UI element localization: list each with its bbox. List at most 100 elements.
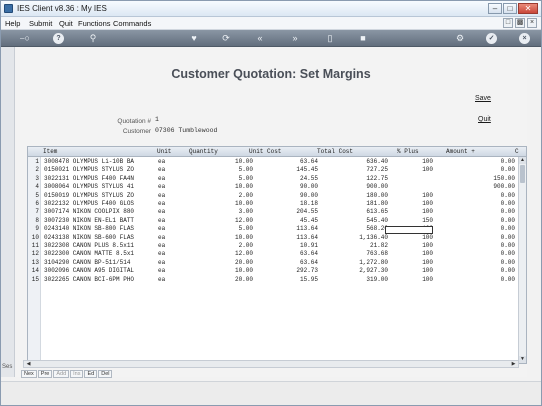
- cell-item[interactable]: 3008064 OLYMPUS STYLUS 41: [44, 183, 154, 191]
- cell-unit[interactable]: ea: [158, 217, 178, 225]
- cell-amount-plus[interactable]: 0.00: [448, 166, 515, 174]
- table-row[interactable]: 11 3022308 CANON PLUS 8.5x11 ea 2.00 10.91 21…: [28, 242, 518, 250]
- cell-amount-plus[interactable]: 150.00: [448, 175, 515, 183]
- cell-unit[interactable]: ea: [158, 276, 178, 284]
- cell-unit-cost[interactable]: 10.91: [263, 242, 318, 250]
- tile-small-icon[interactable]: ▩: [515, 18, 525, 28]
- cell-total-cost[interactable]: 1,272.80: [333, 259, 388, 267]
- minimize-icon[interactable]: –: [488, 3, 502, 14]
- cell-quantity[interactable]: 5.00: [198, 166, 253, 174]
- cell-total-cost[interactable]: 319.00: [333, 276, 388, 284]
- cell-unit-cost[interactable]: 113.64: [263, 225, 318, 233]
- cell-unit-cost[interactable]: 292.73: [263, 267, 318, 275]
- cell-quantity[interactable]: 10.00: [198, 200, 253, 208]
- help-icon[interactable]: ?: [53, 33, 64, 44]
- vertical-scrollbar[interactable]: ▲ ▼: [518, 157, 526, 363]
- cell-unit[interactable]: ea: [158, 183, 178, 191]
- tab-previous[interactable]: Pre: [37, 370, 53, 378]
- cell-total-cost[interactable]: 568.20: [333, 225, 388, 233]
- cell-amount-plus[interactable]: 0.00: [448, 242, 515, 250]
- menu-commands[interactable]: Commands: [113, 19, 151, 28]
- fast-forward-icon[interactable]: »: [288, 32, 302, 45]
- cell-quantity[interactable]: 20.00: [198, 276, 253, 284]
- cell-pct-plus[interactable]: 100: [398, 166, 433, 174]
- confirm-check-icon[interactable]: ✓: [486, 33, 497, 44]
- cell-total-cost[interactable]: 180.00: [333, 192, 388, 200]
- cell-item[interactable]: 3007174 NIKON COOLPIX 880: [44, 208, 154, 216]
- cell-amount-plus[interactable]: 0.00: [448, 250, 515, 258]
- cell-unit[interactable]: ea: [158, 225, 178, 233]
- cell-total-cost[interactable]: 900.00: [333, 183, 388, 191]
- cell-unit-cost[interactable]: 113.64: [263, 234, 318, 242]
- cell-pct-plus[interactable]: 100: [398, 208, 433, 216]
- scroll-left-icon[interactable]: ◀: [25, 361, 32, 367]
- cell-total-cost[interactable]: 763.68: [333, 250, 388, 258]
- cell-pct-plus[interactable]: 100: [398, 259, 433, 267]
- save-link[interactable]: Save: [475, 95, 491, 102]
- scroll-thumb[interactable]: [520, 165, 525, 183]
- cell-quantity[interactable]: 5.00: [198, 225, 253, 233]
- cell-unit[interactable]: ea: [158, 192, 178, 200]
- cell-pct-plus[interactable]: 100: [398, 158, 433, 166]
- table-row[interactable]: 1 3008478 OLYMPUS Li-10B BA ea 10.00 63.64 63…: [28, 158, 518, 166]
- cell-total-cost[interactable]: 122.75: [333, 175, 388, 183]
- cell-unit[interactable]: ea: [158, 175, 178, 183]
- maximize-icon[interactable]: □: [503, 3, 517, 14]
- table-row[interactable]: 12 3022300 CANON MATTE 8.5x1 ea 12.00 63.64 7…: [28, 250, 518, 258]
- cell-total-cost[interactable]: 21.82: [333, 242, 388, 250]
- cell-item[interactable]: 3022300 CANON MATTE 8.5x1: [44, 250, 154, 258]
- table-row[interactable]: 10 0243138 NIKON SB-600 FLAS ea 10.00 113.64…: [28, 234, 518, 242]
- cell-quantity[interactable]: 5.00: [198, 175, 253, 183]
- cell-amount-plus[interactable]: 0.00: [448, 208, 515, 216]
- cell-item[interactable]: 3022131 OLYMPUS F400 FA4N: [44, 175, 154, 183]
- cell-amount-plus[interactable]: 0.00: [448, 192, 515, 200]
- cell-item[interactable]: 0150021 OLYMPUS STYLUS ZO: [44, 166, 154, 174]
- cell-item[interactable]: 3007230 NIKON EN-EL1 BATT: [44, 217, 154, 225]
- cancel-x-icon[interactable]: ×: [519, 33, 530, 44]
- table-row[interactable]: 3 3022131 OLYMPUS F400 FA4N ea 5.00 24.55 122…: [28, 175, 518, 183]
- table-row[interactable]: 7 3007174 NIKON COOLPIX 880 ea 3.00 204.55 61…: [28, 208, 518, 216]
- scroll-down-icon[interactable]: ▼: [519, 356, 526, 363]
- cell-unit[interactable]: ea: [158, 208, 178, 216]
- cell-item[interactable]: 0150019 OLYMPUS STYLUS ZO: [44, 192, 154, 200]
- cell-unit-cost[interactable]: 63.64: [263, 259, 318, 267]
- cell-amount-plus[interactable]: 0.00: [448, 200, 515, 208]
- cell-unit-cost[interactable]: 18.18: [263, 200, 318, 208]
- tab-next[interactable]: Nex: [21, 370, 37, 378]
- cell-unit-cost[interactable]: 204.55: [263, 208, 318, 216]
- col-unit-cost[interactable]: Unit Cost: [249, 148, 281, 155]
- cell-pct-plus[interactable]: 100: [398, 242, 433, 250]
- cell-item[interactable]: 3022265 CANON BCI-6PM PHO: [44, 276, 154, 284]
- cell-quantity[interactable]: 2.00: [198, 192, 253, 200]
- table-row[interactable]: 14 3002096 CANON A95 DIGITAL ea 10.00 292.73…: [28, 267, 518, 275]
- cell-unit-cost[interactable]: 145.45: [263, 166, 318, 174]
- cell-pct-plus[interactable]: 100: [398, 234, 433, 242]
- cell-quantity[interactable]: 10.00: [198, 267, 253, 275]
- table-row[interactable]: 9 0243140 NIKON SB-800 FLAS ea 5.00 113.64 56…: [28, 225, 518, 233]
- cell-quantity[interactable]: 3.00: [198, 208, 253, 216]
- cell-unit[interactable]: ea: [158, 234, 178, 242]
- cell-total-cost[interactable]: 545.40: [333, 217, 388, 225]
- cell-amount-plus[interactable]: 0.00: [448, 217, 515, 225]
- cell-amount-plus[interactable]: 0.00: [448, 276, 515, 284]
- col-item[interactable]: Item: [43, 148, 57, 155]
- col-total-cost[interactable]: Total Cost: [317, 148, 353, 155]
- search-icon[interactable]: ⚲: [86, 32, 100, 45]
- cell-quantity[interactable]: 10.00: [198, 183, 253, 191]
- tab-edit[interactable]: Ed: [84, 370, 98, 378]
- close-icon[interactable]: ✕: [518, 3, 538, 14]
- cell-unit-cost[interactable]: 45.45: [263, 217, 318, 225]
- col-amount-plus[interactable]: Amount +: [446, 148, 475, 155]
- menu-functions[interactable]: Functions: [78, 19, 111, 28]
- cell-unit-cost[interactable]: 24.55: [263, 175, 318, 183]
- cell-pct-plus[interactable]: 100: [398, 267, 433, 275]
- cell-amount-plus[interactable]: 900.00: [448, 183, 515, 191]
- cell-item[interactable]: 3022132 OLYMPUS F400 GLOS: [44, 200, 154, 208]
- cell-quantity[interactable]: 12.00: [198, 217, 253, 225]
- cell-total-cost[interactable]: 2,927.30: [333, 267, 388, 275]
- col-pct-plus[interactable]: % Plus: [397, 148, 419, 155]
- table-row[interactable]: 4 3008064 OLYMPUS STYLUS 41 ea 10.00 90.00 90…: [28, 183, 518, 191]
- cell-item[interactable]: 0243138 NIKON SB-600 FLAS: [44, 234, 154, 242]
- cell-quantity[interactable]: 12.00: [198, 250, 253, 258]
- menu-quit[interactable]: Quit: [59, 19, 73, 28]
